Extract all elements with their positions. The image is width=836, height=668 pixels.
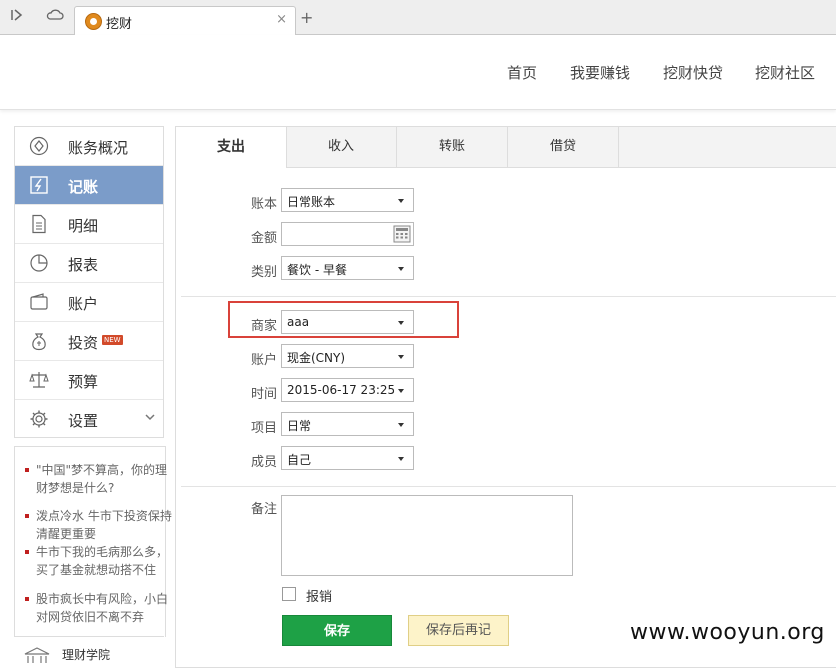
category-label: 类别 — [251, 265, 278, 280]
memo-textarea[interactable] — [281, 495, 573, 576]
sidebar-item-accounts[interactable]: 账户 — [15, 283, 163, 322]
nav-home-link[interactable]: 首页 — [507, 62, 537, 83]
tab-transfer[interactable]: 转账 — [397, 127, 508, 167]
merchant-value: aaa — [287, 315, 310, 329]
save-and-continue-button[interactable]: 保存后再记 — [408, 615, 509, 646]
watermark: www.wooyun.org — [630, 620, 825, 645]
dropdown-arrow-icon — [398, 321, 404, 325]
news-link[interactable]: 股市疯长中有风险，小白对网贷依旧不离不弃 — [25, 590, 174, 626]
new-badge: NEW — [102, 335, 123, 345]
sidebar-item-settings[interactable]: 设置 — [15, 400, 163, 438]
account-label: 账户 — [251, 353, 278, 368]
academy-label: 理财学院 — [62, 648, 111, 662]
merchant-label: 商家 — [251, 319, 278, 334]
scale-icon — [29, 370, 49, 390]
sidebar: 账务概况 记账 明细 报表 账户 投资 NEW 预算 设置 — [14, 126, 164, 438]
news-list: "中国"梦不算高，你的理财梦想是什么? 泼点冷水 牛市下投资保持清醒更重要 牛市… — [14, 446, 172, 637]
pie-chart-icon — [29, 253, 49, 273]
sidebar-item-label: 投资 — [68, 334, 99, 352]
category-value: 餐饮 - 早餐 — [287, 263, 347, 277]
project-value: 日常 — [287, 419, 312, 433]
amount-label: 金额 — [251, 231, 278, 246]
news-link[interactable]: "中国"梦不算高，你的理财梦想是什么? — [25, 461, 174, 497]
dropdown-arrow-icon — [398, 389, 404, 393]
overview-icon — [29, 136, 49, 156]
account-value: 现金(CNY) — [287, 351, 346, 365]
save-button[interactable]: 保存 — [282, 615, 392, 646]
calculator-icon[interactable] — [393, 225, 411, 243]
gear-icon — [29, 409, 49, 429]
bank-icon — [24, 647, 50, 663]
nav-earn-link[interactable]: 我要赚钱 — [570, 62, 630, 83]
sidebar-item-reports[interactable]: 报表 — [15, 244, 163, 283]
account-book-select[interactable]: 日常账本 — [281, 188, 414, 212]
new-tab-icon[interactable]: + — [300, 8, 313, 27]
sidebar-item-invest[interactable]: 投资 NEW — [15, 322, 163, 361]
nav-loan-link[interactable]: 挖财快贷 — [663, 62, 723, 83]
memo-label: 备注 — [251, 502, 278, 517]
browser-tab-bar: 挖财 × + — [0, 0, 836, 36]
sidebar-item-details[interactable]: 明细 — [15, 205, 163, 244]
sidebar-item-label: 预算 — [68, 373, 99, 391]
document-icon — [29, 214, 49, 234]
section-divider — [181, 296, 836, 297]
dropdown-arrow-icon — [398, 267, 404, 271]
sidebar-item-label: 明细 — [68, 217, 99, 235]
member-label: 成员 — [251, 455, 278, 470]
account-select[interactable]: 现金(CNY) — [281, 344, 414, 368]
bookkeeping-icon — [29, 175, 49, 195]
close-tab-icon[interactable]: × — [276, 12, 287, 27]
time-select[interactable]: 2015-06-17 23:25 — [281, 378, 414, 402]
sidebar-item-budget[interactable]: 预算 — [15, 361, 163, 400]
sidebar-toggle-icon[interactable] — [8, 8, 26, 26]
sidebar-item-label: 设置 — [68, 412, 99, 430]
merchant-select[interactable]: aaa — [281, 310, 414, 334]
tab-income[interactable]: 收入 — [286, 127, 397, 167]
sidebar-item-label: 账户 — [68, 295, 99, 313]
news-link[interactable]: 牛市下我的毛病那么多，买了基金就想动搭不住 — [25, 543, 174, 579]
wacai-favicon-icon — [85, 13, 102, 30]
member-value: 自己 — [287, 453, 312, 467]
wallet-icon — [29, 292, 49, 312]
account-book-value: 日常账本 — [287, 195, 336, 209]
project-select[interactable]: 日常 — [281, 412, 414, 436]
member-select[interactable]: 自己 — [281, 446, 414, 470]
nav-community-link[interactable]: 挖财社区 — [755, 62, 815, 83]
account-book-label: 账本 — [251, 197, 278, 212]
sidebar-item-label: 账务概况 — [68, 139, 129, 157]
project-label: 项目 — [251, 421, 278, 436]
browser-tab[interactable]: 挖财 × — [74, 6, 296, 36]
dropdown-arrow-icon — [398, 423, 404, 427]
dropdown-arrow-icon — [398, 355, 404, 359]
news-link[interactable]: 泼点冷水 牛市下投资保持清醒更重要 — [25, 507, 174, 543]
browser-tab-title: 挖财 — [106, 17, 133, 32]
category-select[interactable]: 餐饮 - 早餐 — [281, 256, 414, 280]
academy-link[interactable]: 理财学院 — [14, 636, 164, 663]
sidebar-item-label: 报表 — [68, 256, 99, 274]
dropdown-arrow-icon — [398, 457, 404, 461]
cloud-icon[interactable] — [46, 8, 64, 26]
time-label: 时间 — [251, 387, 278, 402]
record-form-panel: 支出 收入 转账 借贷 账本 日常账本 金额 类别 餐饮 - 早餐 商家 aaa… — [175, 126, 836, 668]
reimburse-checkbox[interactable] — [282, 587, 296, 601]
money-bag-icon — [29, 331, 49, 351]
amount-input[interactable] — [281, 222, 414, 246]
time-value: 2015-06-17 23:25 — [287, 383, 396, 397]
tab-loan[interactable]: 借贷 — [508, 127, 619, 167]
tab-expense[interactable]: 支出 — [176, 127, 287, 168]
sidebar-item-overview[interactable]: 账务概况 — [15, 127, 163, 166]
section-divider — [181, 486, 836, 487]
reimburse-label: 报销 — [306, 590, 333, 605]
chevron-down-icon[interactable] — [145, 411, 155, 424]
dropdown-arrow-icon — [398, 199, 404, 203]
sidebar-item-bookkeeping[interactable]: 记账 — [15, 166, 163, 205]
site-header: 首页 我要赚钱 挖财快贷 挖财社区 — [0, 35, 836, 110]
record-type-tabs: 支出 收入 转账 借贷 — [176, 127, 836, 168]
sidebar-item-label: 记账 — [68, 178, 99, 196]
